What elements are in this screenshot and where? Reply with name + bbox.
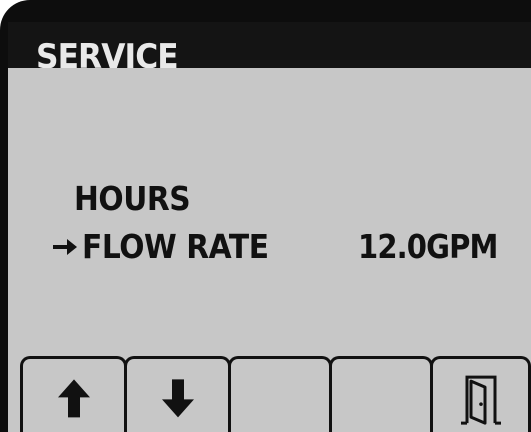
softkey-blank-1[interactable] [228, 356, 332, 432]
softkey-up[interactable] [20, 356, 127, 432]
softkey-down[interactable] [124, 356, 231, 432]
device-display: SERVICE HOURS FLOW RATE 12.0GPM [0, 0, 531, 432]
arrow-up-icon [57, 378, 90, 417]
menu-item-flow-rate[interactable]: FLOW RATE [82, 230, 269, 263]
exit-door-icon [460, 375, 501, 425]
menu-item-hours[interactable]: HOURS [74, 182, 191, 215]
arrow-down-icon [161, 378, 194, 417]
softkey-blank-2[interactable] [329, 356, 433, 432]
selection-arrow-icon [53, 239, 77, 255]
flow-rate-value: 12.0GPM [358, 227, 498, 266]
softkey-bar [20, 356, 531, 432]
softkey-exit[interactable] [430, 356, 531, 432]
title-bar: SERVICE [8, 22, 531, 74]
